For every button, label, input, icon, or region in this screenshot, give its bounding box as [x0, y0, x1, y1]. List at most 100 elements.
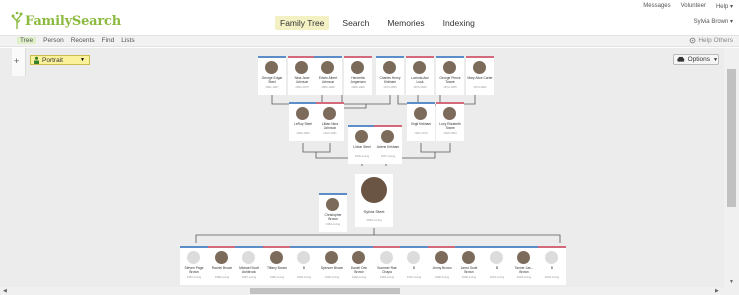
children-person-card[interactable]: Tiffany Brown 1990-Living	[263, 246, 291, 285]
children-person-card[interactable]: B 1992-Living	[290, 246, 318, 285]
gen4-person-card[interactable]: George Edgar Steel 1891-1967	[258, 56, 286, 95]
children-person-card[interactable]: Michael Scott Ashbrook 1987-Living	[235, 246, 263, 285]
person-dates: 1912-1991	[323, 131, 337, 135]
person-name: B	[302, 266, 306, 270]
person-name: Lillian Nina Johnson	[321, 122, 339, 130]
gen4-person-card[interactable]: Edwin Albert Johnson 1883-1968	[314, 56, 342, 95]
gen4-person-card[interactable]: Nina Jane Johnson 1893-1975	[288, 56, 316, 95]
children-person-card[interactable]: Spencer Brown 1992-Living	[318, 246, 346, 285]
children-person-card[interactable]: Tanner Jas... Brown 2003-Living	[510, 246, 538, 285]
person-dates: 1886-1966	[351, 85, 365, 89]
children-person-card[interactable]: Jared Scott Brown 2000-Living	[455, 246, 483, 285]
children-person-card[interactable]: B 2001-Living	[483, 246, 511, 285]
person-photo	[325, 251, 338, 264]
person-silhouette-icon	[242, 251, 255, 264]
help-others-label: Help Others	[698, 37, 733, 44]
nav-family-tree[interactable]: Family Tree	[275, 16, 330, 30]
tree-logo-icon	[11, 11, 23, 29]
subnav-person[interactable]: Person	[43, 37, 64, 44]
horizontal-scroll-thumb[interactable]	[250, 288, 400, 294]
spouse-person-card[interactable]: Christopher Brown 1964-Living	[319, 193, 347, 232]
children-person-card[interactable]: B 2004-Living	[538, 246, 566, 285]
person-name: Tanner Jas... Brown	[514, 266, 534, 274]
messages-link[interactable]: Messages	[643, 3, 670, 10]
user-menu[interactable]: Sylvia Brown ▾	[694, 18, 733, 25]
focus-person-card[interactable]: Sylvia Steel 1966-Living	[355, 174, 393, 227]
gen4-person-card[interactable]: George Pierce Towne 1872-1955	[436, 56, 464, 95]
person-name: Daniel Orin Brown	[350, 266, 368, 274]
person-silhouette-icon	[297, 251, 310, 264]
person-photo	[473, 61, 486, 74]
view-mode-select[interactable]: Portrait ▼	[30, 55, 90, 65]
focus-person-dates: 1966-Living	[366, 218, 382, 222]
person-dates: 1876-1945	[413, 85, 427, 89]
familysearch-logo[interactable]: FamilySearch	[10, 9, 121, 29]
person-name: Michael Scott Ashbrook	[239, 266, 259, 274]
gen2-person-card[interactable]: Arlene Kirkham 1937-Living	[374, 125, 402, 164]
gen4-person-card[interactable]: Henrietta Jorgensen 1886-1966	[344, 56, 372, 95]
gen3-person-card[interactable]: Lucy Elizabeth Towne 1906-1993	[436, 102, 464, 141]
top-bar: FamilySearch Family Tree Search Memories…	[0, 0, 739, 34]
children-person-card[interactable]: Summer Rae Chapa 1994-Living	[373, 246, 401, 285]
nav-indexing[interactable]: Indexing	[438, 16, 480, 30]
gen4-person-card[interactable]: Mary Alice Carter 1873-1961	[466, 56, 494, 95]
person-photo	[296, 107, 309, 120]
nav-search[interactable]: Search	[337, 16, 374, 30]
subnav-recents[interactable]: Recents	[71, 37, 95, 44]
person-dates: 1883-1968	[321, 85, 335, 89]
help-others-link[interactable]: Help Others	[689, 37, 733, 44]
person-photo	[321, 61, 334, 74]
scroll-right-arrow[interactable]: ▶	[715, 288, 719, 294]
person-photo	[383, 61, 396, 74]
person-dates: 1990-Living	[269, 275, 285, 279]
person-dates: 1937-Living	[380, 154, 396, 158]
volunteer-link[interactable]: Volunteer	[681, 3, 706, 10]
gen3-person-card[interactable]: Lillian Nina Johnson 1912-1991	[316, 102, 344, 141]
gen4-person-card[interactable]: Lucinda Ann Lusk 1876-1945	[406, 56, 434, 95]
person-name: Lucinda Ann Lusk	[410, 76, 430, 84]
children-person-card[interactable]: Jenny Brown 1998-Living	[428, 246, 456, 285]
children-person-card[interactable]: B 1997-Living	[400, 246, 428, 285]
person-name: LeRoy Steel	[294, 122, 312, 126]
person-dates: 1909-1990	[296, 131, 310, 135]
person-photo	[265, 61, 278, 74]
gen4-person-card[interactable]: Charles Henry Kirkham 1874-1955	[376, 56, 404, 95]
children-person-card[interactable]: Steven Page Brown 1987-Living	[180, 246, 208, 285]
person-silhouette-icon	[407, 251, 420, 264]
subnav-find[interactable]: Find	[102, 37, 115, 44]
person-dates: 1998-Living	[434, 275, 450, 279]
person-dates: 1935-Living	[354, 154, 370, 158]
children-person-card[interactable]: Daniel Orin Brown 1994-Living	[345, 246, 373, 285]
person-dates: 1893-1975	[295, 85, 309, 89]
scroll-left-arrow[interactable]: ◀	[3, 288, 7, 294]
person-photo	[323, 107, 336, 120]
children-person-card[interactable]: Rachel Brown 1988-Living	[208, 246, 236, 285]
person-silhouette-icon	[187, 251, 200, 264]
nav-memories[interactable]: Memories	[382, 16, 429, 30]
scroll-down-arrow[interactable]: ▼	[729, 279, 734, 285]
person-name: Arlene Kirkham	[376, 145, 400, 149]
person-photo	[443, 107, 456, 120]
help-menu[interactable]: Help ▾	[716, 3, 733, 10]
options-button[interactable]: Options ▼	[673, 54, 719, 65]
gen3-person-card[interactable]: Virgil Kirkham 1903-1973	[407, 102, 435, 141]
person-name: Jenny Brown	[432, 266, 452, 270]
vertical-scroll-thumb[interactable]	[727, 69, 736, 207]
person-name: Nina Jane Johnson	[294, 76, 310, 84]
subnav-lists[interactable]: Lists	[121, 37, 134, 44]
person-name: Steven Page Brown	[184, 266, 204, 274]
person-name: Mary Alice Carter	[467, 76, 493, 80]
person-name: Rachel Brown	[211, 266, 233, 270]
caret-down-icon: ▼	[713, 56, 718, 63]
person-silhouette-icon	[490, 251, 503, 264]
person-photo	[295, 61, 308, 74]
person-dates: 1872-1955	[443, 85, 457, 89]
subnav-tree[interactable]: Tree	[17, 37, 37, 44]
gen2-person-card[interactable]: Linton Steel 1935-Living	[348, 125, 376, 164]
person-dates: 1988-Living	[214, 275, 230, 279]
zoom-in-button[interactable]: +	[14, 56, 19, 66]
person-dates: 1992-Living	[296, 275, 312, 279]
gen3-person-card[interactable]: LeRoy Steel 1909-1990	[289, 102, 317, 141]
portrait-view-icon	[34, 56, 39, 64]
focus-person-name: Sylvia Steel	[363, 209, 385, 214]
